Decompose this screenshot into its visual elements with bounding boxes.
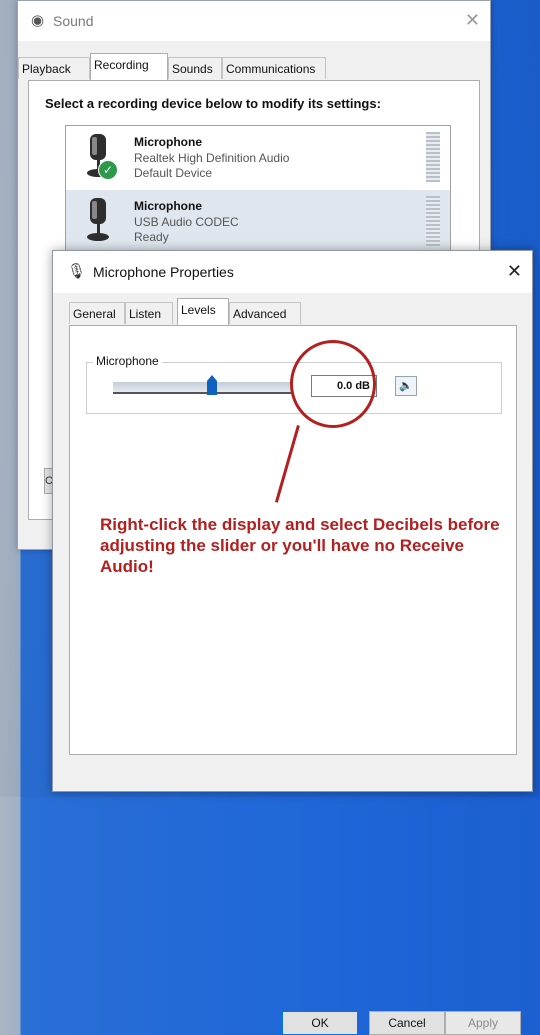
apply-button[interactable]: Apply [445, 1011, 521, 1035]
device-driver: Realtek High Definition Audio [134, 151, 290, 165]
sound-titlebar: ◉ Sound ✕ [18, 1, 490, 41]
level-slider-thumb[interactable] [207, 375, 217, 395]
tab-general[interactable]: General [69, 302, 125, 324]
ok-button[interactable]: OK [282, 1011, 358, 1035]
level-meter [426, 196, 440, 246]
tab-listen[interactable]: Listen [125, 302, 173, 324]
tab-levels[interactable]: Levels [177, 298, 229, 325]
device-name: Microphone [134, 199, 202, 213]
cancel-button[interactable]: Cancel [369, 1011, 445, 1035]
device-status: Default Device [134, 166, 213, 180]
recording-instruction: Select a recording device below to modif… [45, 96, 381, 111]
sound-window-title: Sound [53, 13, 94, 29]
annotation-circle [290, 340, 376, 428]
tab-recording[interactable]: Recording [90, 53, 168, 80]
annotation-text: Right-click the display and select Decib… [100, 515, 500, 576]
list-item[interactable]: ✓ Microphone Realtek High Definition Aud… [66, 126, 450, 188]
slider-track [113, 382, 293, 392]
level-group-label: Microphone [93, 354, 162, 368]
level-meter [426, 132, 440, 182]
tab-advanced[interactable]: Advanced [229, 302, 301, 324]
microphone-icon [87, 198, 109, 241]
microphone-icon: 🎙 [67, 263, 87, 280]
tab-communications[interactable]: Communications [222, 57, 326, 79]
tab-sounds[interactable]: Sounds [168, 57, 222, 79]
speaker-icon: ◉ [31, 12, 45, 29]
device-driver: USB Audio CODEC [134, 215, 239, 229]
list-item[interactable]: Microphone USB Audio CODEC Ready [66, 190, 450, 252]
speaker-icon[interactable]: 🔈 [395, 376, 417, 396]
properties-title: Microphone Properties [93, 264, 234, 280]
close-icon[interactable]: ✕ [507, 261, 522, 282]
default-device-check-icon: ✓ [98, 160, 118, 180]
tab-playback[interactable]: Playback [18, 57, 90, 79]
slider-rail [113, 392, 293, 394]
close-icon[interactable]: ✕ [465, 10, 480, 31]
device-status: Ready [134, 230, 169, 244]
device-name: Microphone [134, 135, 202, 149]
properties-titlebar: 🎙 Microphone Properties ✕ [53, 251, 532, 293]
